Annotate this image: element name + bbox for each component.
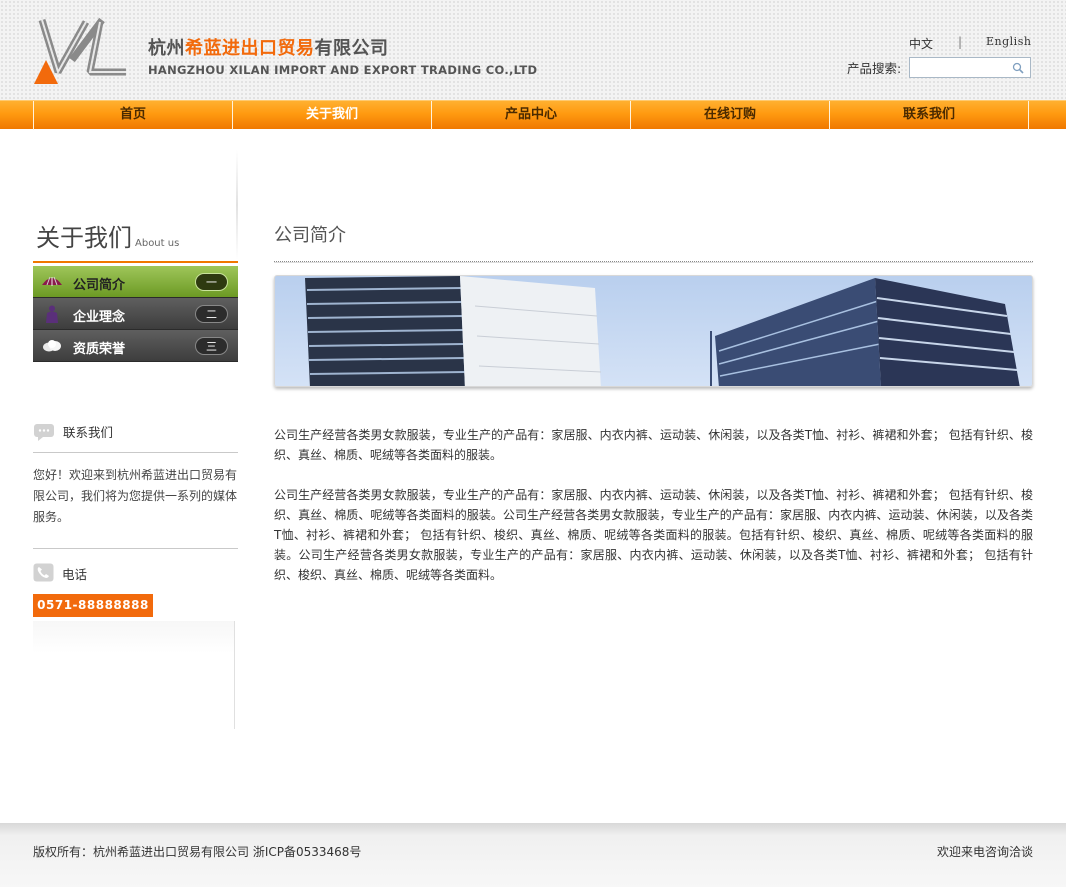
sidebar-item-company-profile[interactable]: 公司简介 一	[33, 266, 238, 298]
title-divider	[274, 261, 1033, 263]
sidebar-empty-box	[33, 621, 235, 729]
chat-bubble-icon	[34, 424, 54, 441]
sidebar-menu: 公司简介 一 企业理念 二 资质荣誉 三	[33, 266, 238, 362]
sidebar-divider	[236, 150, 238, 260]
phone-number: 0571-88888888	[33, 594, 153, 617]
sidebar-item-number: 二	[195, 305, 228, 323]
nav-item-order[interactable]: 在线订购	[630, 101, 829, 130]
intro-paragraph-1: 公司生产经营各类男女款服装，专业生产的产品有：家居服、内衣内裤、运动装、休闲装，…	[274, 428, 1033, 462]
sidebar-item-label: 企业理念	[73, 310, 126, 325]
magnifier-icon[interactable]	[1012, 62, 1024, 74]
sidebar-title: 关于我们 About us	[36, 224, 180, 252]
sidebar-item-number: 一	[195, 273, 228, 291]
page-title: 公司简介	[274, 225, 346, 246]
nav-item-products[interactable]: 产品中心	[431, 101, 630, 130]
search-input[interactable]	[910, 58, 1006, 77]
search-box	[909, 57, 1031, 78]
lang-english-link[interactable]: English	[986, 35, 1031, 48]
search-label: 产品搜索:	[847, 61, 902, 76]
lang-separator: |	[958, 35, 963, 49]
phone-title: 电话	[62, 567, 88, 582]
sidebar-title-en: About us	[135, 238, 180, 249]
sidebar-title-rule	[33, 261, 238, 263]
person-icon	[46, 305, 58, 323]
phone-icon	[33, 563, 54, 582]
company-name-cn: 杭州希蓝进出口贸易有限公司	[148, 38, 389, 59]
cloud-icon	[43, 340, 61, 352]
intro-paragraph-2: 公司生产经营各类男女款服装，专业生产的产品有：家居服、内衣内裤、运动装、休闲装，…	[274, 488, 1033, 582]
company-logo[interactable]	[34, 16, 130, 90]
sidebar-item-label: 资质荣誉	[73, 342, 126, 357]
divider	[33, 452, 238, 453]
divider	[33, 548, 238, 549]
umbrella-icon	[42, 276, 62, 286]
company-name-en: HANGZHOU XILAN IMPORT AND EXPORT TRADING…	[148, 63, 538, 77]
nav-item-about[interactable]: 关于我们	[232, 101, 431, 130]
buildings-illustration	[305, 276, 1020, 386]
nav-item-home[interactable]: 首页	[33, 101, 232, 130]
main-nav: 首页 关于我们 产品中心 在线订购 联系我们	[0, 100, 1066, 130]
contact-us-title: 联系我们	[63, 425, 114, 440]
footer-welcome: 欢迎来电咨询洽谈	[936, 845, 1033, 859]
banner-image-buildings	[274, 275, 1033, 387]
sidebar-item-honors[interactable]: 资质荣誉 三	[33, 330, 238, 362]
lang-chinese-link[interactable]: 中文	[909, 35, 933, 52]
nav-divider	[1028, 101, 1029, 130]
footer-copyright: 版权所有：杭州希蓝进出口贸易有限公司 浙ICP备0533468号	[33, 845, 362, 859]
sidebar-item-philosophy[interactable]: 企业理念 二	[33, 298, 238, 330]
welcome-text: 您好！欢迎来到杭州希蓝进出口贸易有限公司，我们将为您提供一系列的媒体服务。	[33, 468, 238, 524]
nav-item-contact[interactable]: 联系我们	[829, 101, 1028, 130]
header: 杭州希蓝进出口贸易有限公司 HANGZHOU XILAN IMPORT AND …	[0, 0, 1066, 100]
sidebar-item-number: 三	[195, 337, 228, 355]
sidebar-item-label: 公司简介	[73, 278, 126, 293]
